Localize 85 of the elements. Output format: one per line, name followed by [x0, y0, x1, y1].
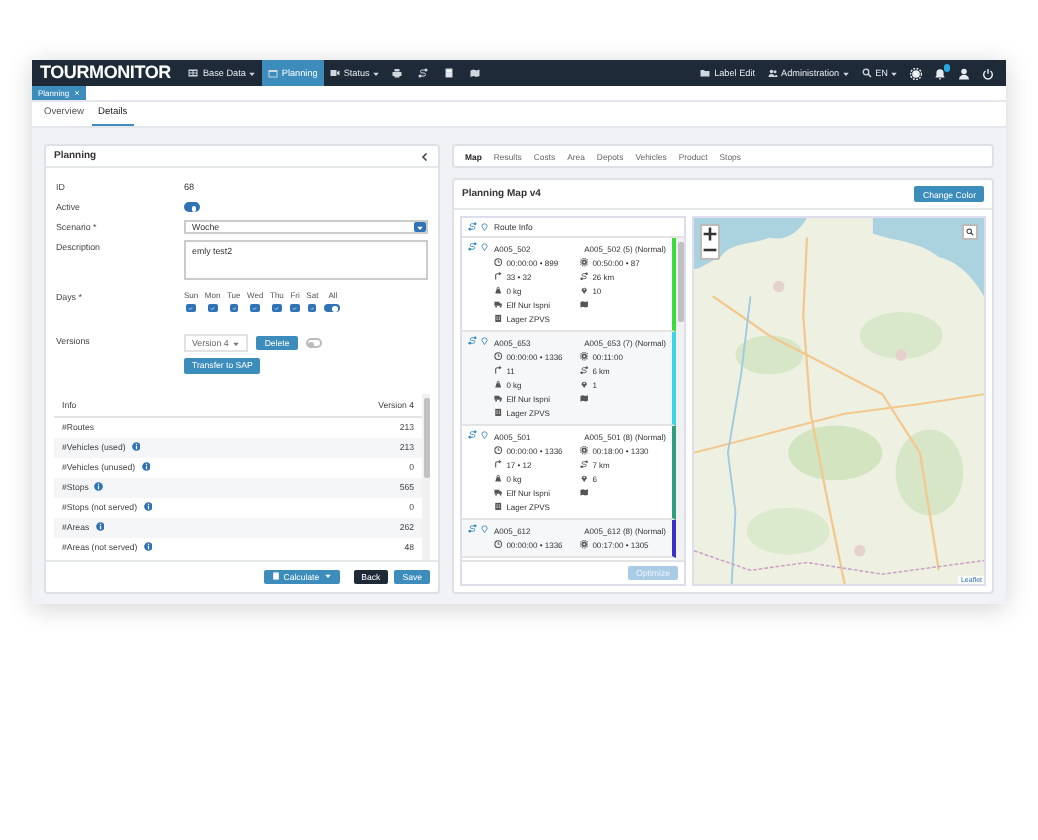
route-icon	[468, 524, 477, 533]
day-checkbox[interactable]	[290, 303, 300, 312]
clock-icon	[494, 258, 503, 268]
info-icon	[131, 442, 141, 452]
caret-icon	[371, 69, 380, 77]
calendar-icon	[267, 68, 278, 78]
plus-icon	[702, 226, 718, 242]
pin-icon	[479, 430, 488, 439]
caret-icon	[247, 69, 256, 77]
route-icon	[417, 68, 428, 78]
pin-icon	[479, 242, 488, 251]
search-icon	[966, 228, 974, 236]
pin-icon	[479, 222, 488, 232]
weight-icon	[494, 286, 503, 296]
info-icon	[143, 502, 152, 512]
folder-icon	[700, 68, 711, 78]
scrollbar[interactable]	[676, 238, 684, 560]
truck-icon	[494, 394, 503, 404]
close-icon	[73, 90, 80, 96]
zoom-in-button[interactable]	[702, 226, 718, 242]
clock-icon	[494, 446, 503, 456]
day-checkbox[interactable]	[307, 303, 317, 312]
pin-icon	[580, 380, 589, 390]
building-icon	[494, 502, 503, 512]
caret-icon	[841, 69, 850, 77]
day-checkbox[interactable]	[229, 303, 239, 312]
weight-icon	[494, 380, 503, 390]
collapse-button[interactable]	[420, 151, 430, 161]
toggle-switch[interactable]	[305, 338, 322, 348]
route-icon	[580, 366, 589, 376]
gear-icon	[580, 258, 589, 268]
printer-icon	[391, 68, 402, 78]
notification-badge	[943, 64, 950, 71]
gear-icon	[580, 352, 589, 362]
truck-icon	[494, 488, 503, 498]
info-icon	[143, 542, 153, 552]
day-checkbox[interactable]	[250, 303, 260, 312]
weight-icon	[494, 474, 503, 484]
map-search-button[interactable]	[962, 224, 978, 240]
info-icon	[95, 522, 105, 532]
day-checkbox[interactable]	[208, 303, 218, 312]
map-icon	[469, 68, 480, 78]
clock-icon	[494, 540, 503, 550]
monitor-icon	[329, 68, 340, 78]
settings-icon	[910, 67, 922, 79]
pin-icon	[479, 336, 488, 345]
bell-icon	[934, 67, 946, 79]
route-icon	[468, 222, 477, 232]
map-icon	[580, 300, 589, 310]
pin-icon	[580, 286, 589, 296]
caret-icon	[890, 69, 898, 77]
gear-icon	[580, 540, 589, 550]
turn-arrow-icon	[494, 366, 503, 376]
power-icon	[982, 67, 994, 79]
pin-icon	[479, 524, 488, 533]
route-icon	[468, 336, 477, 345]
gear-icon	[580, 446, 589, 456]
turn-arrow-icon	[494, 460, 503, 470]
route-icon	[580, 272, 589, 282]
info-icon	[141, 462, 151, 472]
day-checkbox[interactable]	[272, 303, 282, 312]
truck-icon	[494, 300, 503, 310]
route-icon	[468, 430, 477, 439]
route-icon	[468, 242, 477, 251]
user-icon	[958, 67, 970, 79]
map-icon	[580, 394, 589, 404]
clock-icon	[494, 352, 503, 362]
caret-icon	[323, 572, 332, 581]
map-icon	[580, 488, 589, 498]
pin-icon	[580, 474, 589, 484]
scrollbar[interactable]	[422, 393, 430, 559]
building-icon	[494, 408, 503, 418]
people-icon	[767, 68, 777, 78]
chevron-icon	[420, 151, 430, 161]
grid-icon	[188, 68, 199, 78]
building-icon	[494, 314, 503, 324]
logo: TOURMONITOR	[40, 64, 171, 82]
caret-icon	[415, 223, 423, 231]
day-checkbox[interactable]	[186, 303, 196, 312]
turn-arrow-icon	[494, 272, 503, 282]
search-icon	[861, 68, 872, 78]
toggle-switch[interactable]	[324, 303, 341, 312]
info-icon	[94, 482, 104, 492]
route-icon	[580, 460, 589, 470]
toggle-switch[interactable]	[184, 202, 200, 212]
